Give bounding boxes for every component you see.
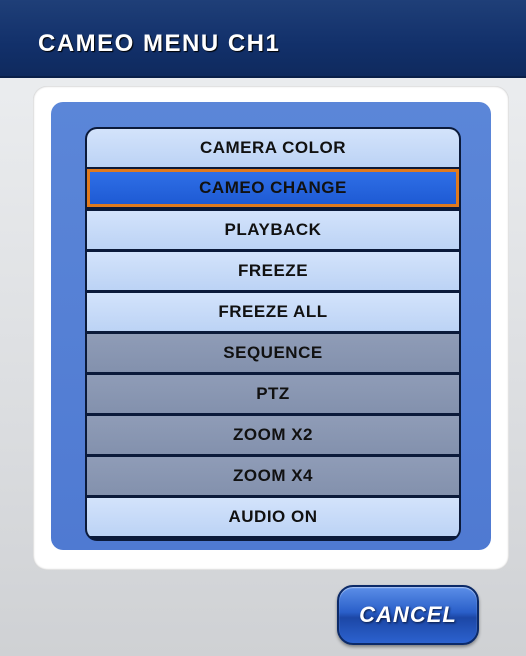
menu-item-label: PLAYBACK xyxy=(224,220,322,239)
menu-item-playback[interactable]: PLAYBACK xyxy=(87,211,459,249)
menu-item-label: CAMEO CHANGE xyxy=(199,178,347,197)
title-bar: CAMEO MENU CH1 xyxy=(0,0,526,78)
menu-item-audio-on[interactable]: AUDIO ON xyxy=(87,498,459,536)
menu-item-label: PTZ xyxy=(256,384,290,403)
menu-item-freeze[interactable]: FREEZE xyxy=(87,252,459,290)
menu-item-cameo-change[interactable]: CAMEO CHANGE xyxy=(87,169,459,207)
menu-item-freeze-all[interactable]: FREEZE ALL xyxy=(87,293,459,331)
menu-item-label: ZOOM X4 xyxy=(232,466,313,485)
menu-item-zoom-x2: ZOOM X2 xyxy=(87,416,459,454)
cameo-menu-dialog: CAMEO MENU CH1 CAMERA COLOR CAMEO CHANGE… xyxy=(0,0,526,656)
cancel-button[interactable]: CANCEL xyxy=(337,585,479,645)
menu-item-sequence: SEQUENCE xyxy=(87,334,459,372)
window-title: CAMEO MENU CH1 xyxy=(38,30,281,57)
menu-item-zoom-x4: ZOOM X4 xyxy=(87,457,459,495)
menu-item-ptz: PTZ xyxy=(87,375,459,413)
menu-item-camera-color[interactable]: CAMERA COLOR xyxy=(87,129,459,167)
menu-item-label: SEQUENCE xyxy=(223,343,323,362)
menu-item-label: AUDIO ON xyxy=(228,507,318,526)
menu-item-label: CAMERA COLOR xyxy=(199,138,347,157)
menu-list: CAMERA COLOR CAMEO CHANGE PLAYBACK FREEZ… xyxy=(85,127,461,541)
menu-item-label: FREEZE ALL xyxy=(218,302,328,321)
menu-item-label: ZOOM X2 xyxy=(232,425,313,444)
menu-item-label: FREEZE xyxy=(237,261,309,280)
cancel-button-label: CANCEL xyxy=(359,602,457,627)
